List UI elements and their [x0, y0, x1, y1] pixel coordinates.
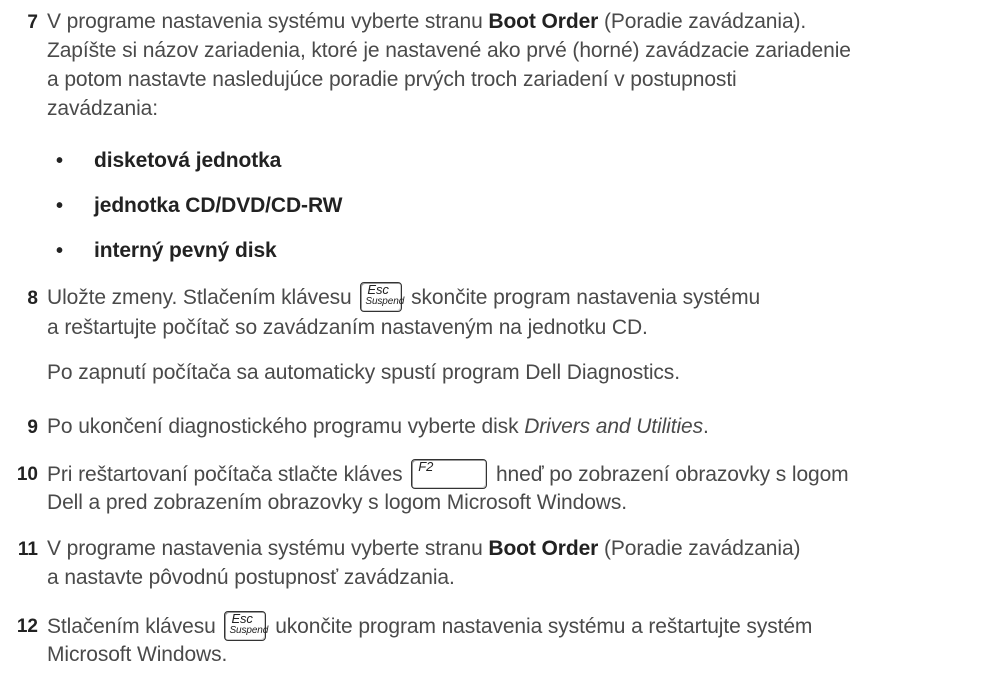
step-9-line-1: Po ukončení diagnostického programu vybe… — [47, 414, 709, 440]
step-number: 7 — [27, 12, 38, 33]
step-text: hneď po zobrazení obrazovky s logom — [490, 463, 849, 486]
bullet-icon: • — [56, 240, 64, 262]
esc-key-icon: Esc Suspend — [360, 282, 405, 312]
step-text: Stlačením klávesu — [47, 615, 222, 638]
step-text: (Poradie zavádzania) — [598, 537, 801, 560]
list-item: interný pevný disk — [94, 239, 277, 262]
step-11-line-2: a nastavte pôvodnú postupnosť zavádzania… — [47, 566, 455, 589]
step-text: V programe nastavenia systému vyberte st… — [47, 10, 489, 33]
bullet-icon: • — [56, 150, 64, 172]
bullet-icon: • — [56, 195, 64, 217]
step-8-line-1: Uložte zmeny. Stlačením klávesu Esc Suspe… — [47, 282, 760, 312]
step-7-line-3: a potom nastavte nasledujúce poradie prv… — [47, 68, 737, 91]
list-item: jednotka CD/DVD/CD-RW — [94, 194, 343, 217]
step-10-line-2: Dell a pred zobrazením obrazovky s logom… — [47, 491, 627, 514]
step-number: 9 — [27, 417, 38, 438]
step-number: 11 — [17, 539, 38, 560]
key-label: Esc — [367, 282, 389, 297]
bold-term: Boot Order — [488, 10, 599, 33]
step-text: V programe nastavenia systému vyberte st… — [47, 537, 489, 560]
step-12-line-1: Stlačením klávesu Esc Suspend ukončite pr… — [47, 611, 812, 641]
f2-key-icon: F2 — [411, 459, 488, 489]
step-text: Pri reštartovaní počítača stlačte kláves — [47, 463, 409, 486]
step-number: 8 — [27, 288, 38, 309]
step-text: Uložte zmeny. Stlačením klávesu — [47, 286, 358, 309]
step-7-line-1: V programe nastavenia systému vyberte st… — [47, 9, 806, 35]
step-12-line-2: Microsoft Windows. — [47, 643, 228, 666]
key-label: Suspend — [365, 296, 405, 307]
document-page: 7 V programe nastavenia systému vyberte … — [0, 0, 993, 678]
step-number: 10 — [16, 464, 38, 485]
step-10-line-1: Pri reštartovaní počítača stlačte kláves… — [47, 459, 849, 489]
key-label: Esc — [231, 611, 253, 626]
step-11-line-1: V programe nastavenia systému vyberte st… — [47, 536, 801, 562]
step-text: ukončite program nastavenia systému a re… — [269, 615, 813, 638]
esc-key-icon: Esc Suspend — [224, 611, 269, 641]
step-text: skončite program nastavenia systému — [405, 286, 761, 309]
step-8-note: Po zapnutí počítača sa automaticky spust… — [47, 361, 680, 384]
key-label: Suspend — [229, 625, 269, 636]
key-label: F2 — [418, 459, 434, 474]
step-number: 12 — [16, 616, 38, 637]
disk-name: Drivers and Utilities — [524, 415, 703, 438]
step-text: . — [703, 415, 709, 438]
step-7-line-4: zavádzania: — [47, 97, 158, 120]
step-text: Po ukončení diagnostického programu vybe… — [47, 415, 525, 438]
step-8-line-2: a reštartujte počítač so zavádzaním nast… — [47, 316, 648, 339]
list-item: disketová jednotka — [94, 149, 282, 172]
step-7-line-2: Zapíšte si názov zariadenia, ktoré je na… — [47, 39, 851, 62]
bold-term: Boot Order — [488, 537, 599, 560]
step-text: (Poradie zavádzania). — [598, 10, 807, 33]
